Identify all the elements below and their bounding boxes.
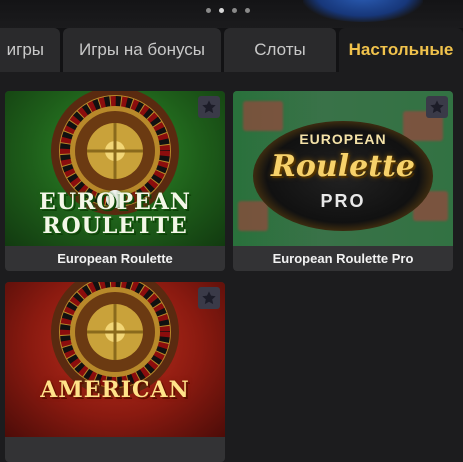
game-card[interactable]: EUROPEAN Roulette PRO European Roulette …: [233, 91, 453, 271]
tab-slots[interactable]: Слоты: [224, 28, 336, 72]
game-thumbnail[interactable]: EUROPEAN Roulette PRO: [233, 91, 453, 246]
roulette-wheel-icon: [51, 282, 179, 396]
tab-bonus-games[interactable]: Игры на бонусы: [63, 28, 221, 72]
game-art-title: EUROPEAN: [39, 189, 191, 215]
game-card[interactable]: EUROPEAN ROULETTE European Roulette: [5, 91, 225, 271]
promo-banner-strip[interactable]: [0, 0, 463, 28]
game-thumbnail[interactable]: EUROPEAN ROULETTE: [5, 91, 225, 246]
carousel-dots: [206, 8, 250, 13]
star-icon: [430, 100, 444, 114]
game-title[interactable]: European Roulette Pro: [233, 246, 453, 271]
carousel-dot-active[interactable]: [219, 8, 224, 13]
banner-art: [303, 0, 423, 22]
carousel-dot[interactable]: [245, 8, 250, 13]
category-tabs: игры Игры на бонусы Слоты Настольные: [0, 28, 463, 72]
game-thumbnail[interactable]: AMERICAN: [5, 282, 225, 437]
game-card[interactable]: AMERICAN: [5, 282, 225, 462]
game-art-subtitle: PRO: [320, 191, 366, 211]
carousel-dot[interactable]: [206, 8, 211, 13]
game-art-title: EUROPEAN: [299, 131, 387, 147]
star-icon: [202, 100, 216, 114]
tab-games[interactable]: игры: [0, 28, 60, 72]
game-art-script: Roulette: [270, 149, 416, 184]
favorite-button[interactable]: [426, 96, 448, 118]
carousel-dot[interactable]: [232, 8, 237, 13]
game-title[interactable]: European Roulette: [5, 246, 225, 271]
star-icon: [202, 291, 216, 305]
game-art-subtitle: ROULETTE: [42, 213, 188, 239]
tab-table-games[interactable]: Настольные: [339, 28, 463, 72]
favorite-button[interactable]: [198, 96, 220, 118]
game-art-title: AMERICAN: [40, 377, 190, 403]
favorite-button[interactable]: [198, 287, 220, 309]
